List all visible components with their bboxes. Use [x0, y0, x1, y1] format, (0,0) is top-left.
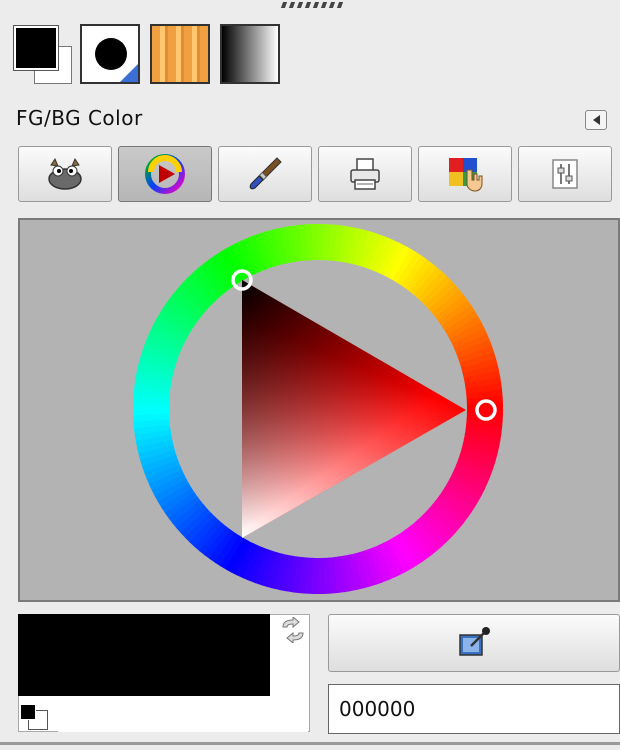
triangle-left-icon [592, 115, 600, 125]
color-history-hand-icon [449, 158, 483, 192]
color-wheel-icon [145, 154, 185, 194]
background-color-swatch[interactable] [58, 696, 308, 732]
tab-gimp-selector[interactable] [18, 146, 112, 202]
tab-color-history-selector[interactable] [418, 146, 512, 202]
tab-scales-selector[interactable] [518, 146, 612, 202]
dock-menu-button[interactable] [585, 110, 607, 130]
color-triangle-selector[interactable] [18, 218, 620, 602]
gradient-preview[interactable] [220, 24, 280, 84]
paintbrush-icon [249, 157, 282, 190]
tab-cmyk-selector[interactable] [318, 146, 412, 202]
resize-corner-icon [120, 64, 138, 82]
default-colors-button[interactable] [18, 702, 58, 732]
tab-color-wheel-selector[interactable] [118, 146, 212, 202]
brush-preview[interactable] [80, 24, 140, 84]
saturation-value-triangle[interactable] [242, 280, 466, 538]
default-fg-icon [20, 704, 36, 720]
foreground-color-swatch-small [13, 25, 59, 71]
swap-colors-button[interactable] [276, 614, 310, 646]
color-picker-button[interactable] [328, 614, 620, 672]
hex-color-input[interactable] [328, 684, 620, 734]
sliders-icon [552, 159, 578, 189]
gimp-wilber-icon [48, 157, 82, 190]
pattern-preview[interactable] [150, 24, 210, 84]
printer-cmyk-icon [350, 158, 380, 190]
panel-divider [0, 742, 620, 745]
tab-watercolor-selector[interactable] [218, 146, 312, 202]
fg-bg-color-indicator[interactable] [10, 22, 72, 84]
eyedropper-icon [459, 627, 490, 656]
swap-arrows-icon [282, 617, 304, 643]
dock-drag-handle[interactable] [280, 2, 366, 12]
foreground-color-swatch[interactable] [18, 614, 270, 696]
dock-title: FG/BG Color [16, 106, 143, 130]
